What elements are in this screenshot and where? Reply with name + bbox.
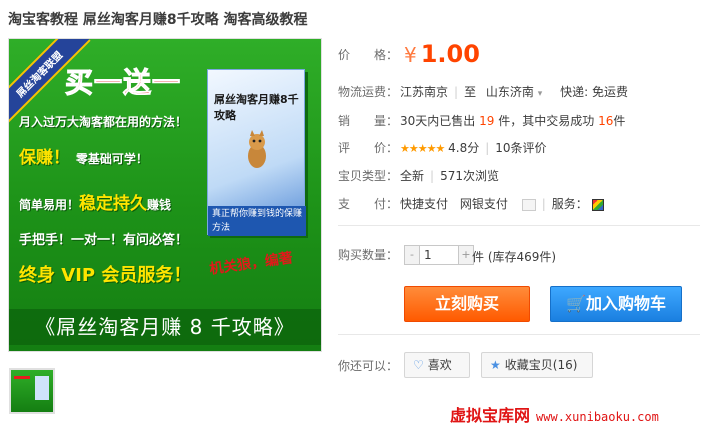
image-headline: 买一送一 [64,66,182,100]
payment-more-button[interactable] [521,198,536,211]
condition-row: 宝贝类型： 全新 | 571次浏览 [338,169,499,183]
rating-row: 评 价： ★★★★★ 4.8分 | 10条评价 [338,141,547,155]
image-book-title: 《屌丝淘客月赚 8 千攻略》 [9,309,321,345]
cart-icon: 🛒 [566,294,586,313]
shipping-to-word: 至 [464,85,477,99]
quantity-row: 购买数量： [338,246,400,263]
shipping-express: 快递: 免运费 [560,85,628,99]
sales-success: 16 [598,114,614,128]
image-line-3b: 稳定持久 [79,194,148,214]
add-to-cart-label: 加入购物车 [585,294,666,313]
thumb-text-mark [14,376,30,379]
favorite-label: 收藏宝贝(16) [504,358,578,372]
service-label: 服务： [551,197,588,211]
add-to-cart-button[interactable]: 🛒加入购物车 [550,286,682,322]
shipping-label: 物流运费： [338,85,399,99]
sales-prefix: 30天内已售出 [400,114,476,128]
favorite-button[interactable]: ★ 收藏宝贝(16) [481,352,593,378]
watermark-cn: 虚拟宝库网 [450,406,531,425]
box-title: 屌丝淘客月赚8千攻略 [214,93,299,122]
quantity-stepper: - + [404,245,474,265]
sales-mid: 件，其中交易成功 [498,114,595,128]
payment-option-2: 网银支付 [459,197,508,211]
sales-suffix: 件 [613,114,626,128]
image-line-4: 手把手！一对一！有问必答！ [19,233,189,248]
sales-row: 销 量： 30天内已售出 19 件，其中交易成功 16件 [338,112,625,129]
sales-label: 销 量： [338,114,399,128]
like-button[interactable]: ♡ 喜欢 [404,352,470,378]
product-title: 淘宝客教程 屌丝淘客月赚8千攻略 淘客高级教程 [8,12,308,28]
star-icon: ★ [490,358,501,372]
divider [338,225,700,226]
rating-stars-icon: ★★★★★ [400,142,445,155]
rating-score: 4.8分 [448,141,480,155]
stock-text: 件 (库存469件) [472,250,557,264]
quantity-plus-button[interactable]: + [459,246,473,264]
image-line-2a: 保赚！ [19,148,70,168]
image-line-2b: 零基础可学！ [75,152,148,166]
currency-symbol: ¥ [404,43,417,67]
rating-label: 评 价： [338,141,399,155]
image-line-5: 终身 VIP 会员服务！ [19,265,192,286]
image-line-1: 月入过万大淘客都在用的方法！ [19,115,188,129]
price-value: ¥1.00 [404,40,480,68]
product-box-art: 屌丝淘客月赚8千攻略 真正帮你赚到钱的保赚方法 [207,69,306,236]
watermark-url: www.xunibaoku.com [536,410,659,424]
like-label: 喜欢 [427,358,452,372]
price-amount: 1.00 [420,40,480,68]
image-line-3c: 赚钱 [147,198,172,212]
sales-count: 19 [479,114,495,128]
thumb-box-mark [35,376,49,400]
image-signature: 机关狼，编著 [208,250,294,278]
product-main-image[interactable]: 屌丝淘客联盟 买一送一 月入过万大淘客都在用的方法！ 保赚！ 零基础可学！ 简单… [8,38,322,352]
condition-type: 全新 [400,169,425,183]
quantity-minus-button[interactable]: - [405,246,419,264]
product-thumbnail[interactable] [9,368,55,414]
shipping-to: 山东济南 [485,85,534,99]
payment-row: 支 付： 快捷支付 网银支付 | 服务： [338,195,604,212]
divider [338,334,700,335]
buy-now-button[interactable]: 立刻购买 [404,286,530,322]
condition-views: 571次浏览 [440,169,499,183]
quantity-input[interactable] [419,246,459,264]
wolf-mascot-icon [248,130,266,168]
also-label: 你还可以： [338,359,399,373]
watermark: 虚拟宝库网 www.xunibaoku.com [450,402,659,426]
rating-reviews-link[interactable]: 10条评价 [495,141,546,155]
price-label: 价 格： [338,48,399,62]
heart-icon: ♡ [413,358,424,372]
payment-label: 支 付： [338,197,399,211]
payment-option-1: 快捷支付 [400,197,449,211]
service-icon[interactable] [591,198,604,211]
image-line-2: 保赚！ 零基础可学！ [19,143,148,168]
image-line-3a: 简单易用！ [19,198,80,212]
price-row: 价 格： [338,46,400,63]
quantity-label: 购买数量： [338,248,399,262]
image-line-3: 简单易用！稳定持久赚钱 [19,189,171,214]
condition-label: 宝贝类型： [338,169,399,183]
shipping-from: 江苏南京 [400,85,449,99]
chevron-down-icon: ▾ [537,89,543,99]
shipping-destination[interactable]: 山东济南 ▾ [486,85,542,99]
box-band: 真正帮你赚到钱的保赚方法 [208,206,306,236]
shipping-row: 物流运费： 江苏南京 | 至 山东济南 ▾ 快递: 免运费 [338,85,628,99]
product-image-art: 屌丝淘客联盟 买一送一 月入过万大淘客都在用的方法！ 保赚！ 零基础可学！ 简单… [9,39,321,351]
